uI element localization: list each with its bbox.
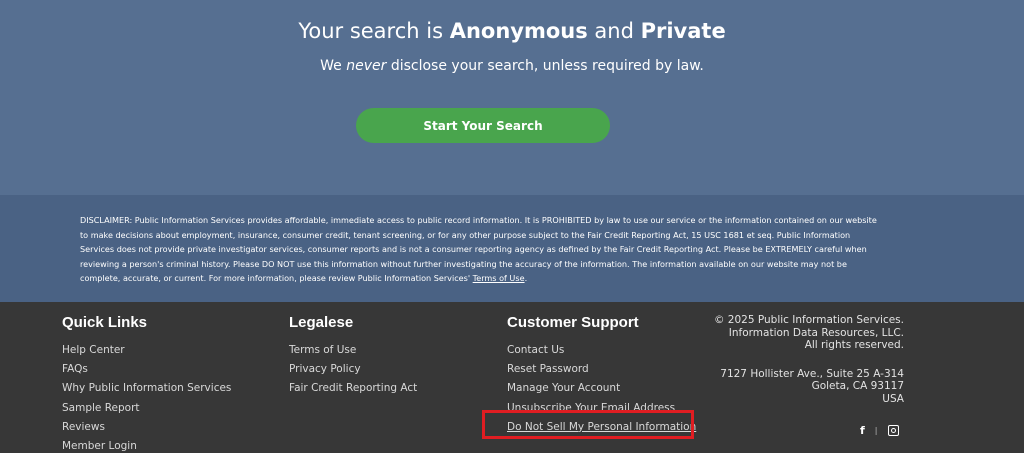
- instagram-icon[interactable]: [887, 425, 899, 436]
- quick-links-column: Quick Links Help Center FAQs Why Public …: [62, 314, 231, 456]
- legalese-list: Terms of Use Privacy Policy Fair Credit …: [289, 341, 417, 399]
- quick-links-heading: Quick Links: [62, 314, 148, 331]
- footer-link-fcra[interactable]: Fair Credit Reporting Act: [289, 379, 417, 398]
- disclaimer-section: DISCLAIMER: Public Information Services …: [0, 195, 1024, 302]
- hero-title-anonymous: Anonymous: [449, 19, 588, 43]
- start-search-button[interactable]: Start Your Search: [356, 108, 610, 143]
- footer-link-privacy[interactable]: Privacy Policy: [289, 360, 417, 379]
- address-country: USA: [882, 392, 904, 405]
- footer-link-terms[interactable]: Terms of Use: [289, 341, 417, 360]
- footer-link-manage-account[interactable]: Manage Your Account: [507, 379, 696, 398]
- facebook-icon[interactable]: f: [860, 424, 865, 437]
- footer-link-faqs[interactable]: FAQs: [62, 360, 231, 379]
- footer-link-reset-password[interactable]: Reset Password: [507, 360, 696, 379]
- rights-reserved: All rights reserved.: [804, 339, 904, 351]
- highlight-box: [482, 410, 694, 439]
- hero-title-prefix: Your search is: [298, 19, 450, 43]
- address-line1: 7127 Hollister Ave., Suite 25 A-314: [720, 367, 904, 380]
- disclaimer-terms-link[interactable]: Terms of Use: [473, 273, 525, 283]
- footer-link-contact[interactable]: Contact Us: [507, 341, 696, 360]
- disclaimer-text: DISCLAIMER: Public Information Services …: [80, 213, 880, 286]
- hero-title: Your search is Anonymous and Private: [0, 19, 1024, 43]
- legalese-heading: Legalese: [289, 314, 354, 331]
- company-name: Information Data Resources, LLC.: [728, 326, 904, 339]
- hero-section: Your search is Anonymous and Private We …: [0, 0, 1024, 195]
- footer-link-why[interactable]: Why Public Information Services: [62, 379, 231, 398]
- copyright-line: © 2025 Public Information Services.: [713, 314, 904, 326]
- hero-sub-prefix: We: [320, 58, 347, 74]
- social-links: f |: [860, 424, 899, 437]
- hero-subtitle: We never disclose your search, unless re…: [0, 58, 1024, 74]
- footer-link-sample-report[interactable]: Sample Report: [62, 399, 231, 418]
- quick-links-list: Help Center FAQs Why Public Information …: [62, 341, 231, 456]
- hero-title-mid: and: [587, 19, 641, 43]
- address-line2: Goleta, CA 93117: [811, 380, 904, 392]
- company-info: © 2025 Public Information Services. Info…: [714, 314, 904, 405]
- footer-link-member-login[interactable]: Member Login: [62, 437, 231, 456]
- footer-link-reviews[interactable]: Reviews: [62, 418, 231, 437]
- hero-sub-emphasis: never: [346, 58, 387, 74]
- customer-support-heading: Customer Support: [507, 314, 639, 331]
- hero-sub-suffix: disclose your search, unless required by…: [386, 58, 704, 74]
- hero-title-private: Private: [640, 19, 726, 43]
- disclaimer-end: .: [524, 273, 528, 283]
- footer-link-help-center[interactable]: Help Center: [62, 341, 231, 360]
- legalese-column: Legalese Terms of Use Privacy Policy Fai…: [289, 314, 417, 399]
- social-separator: |: [874, 426, 878, 435]
